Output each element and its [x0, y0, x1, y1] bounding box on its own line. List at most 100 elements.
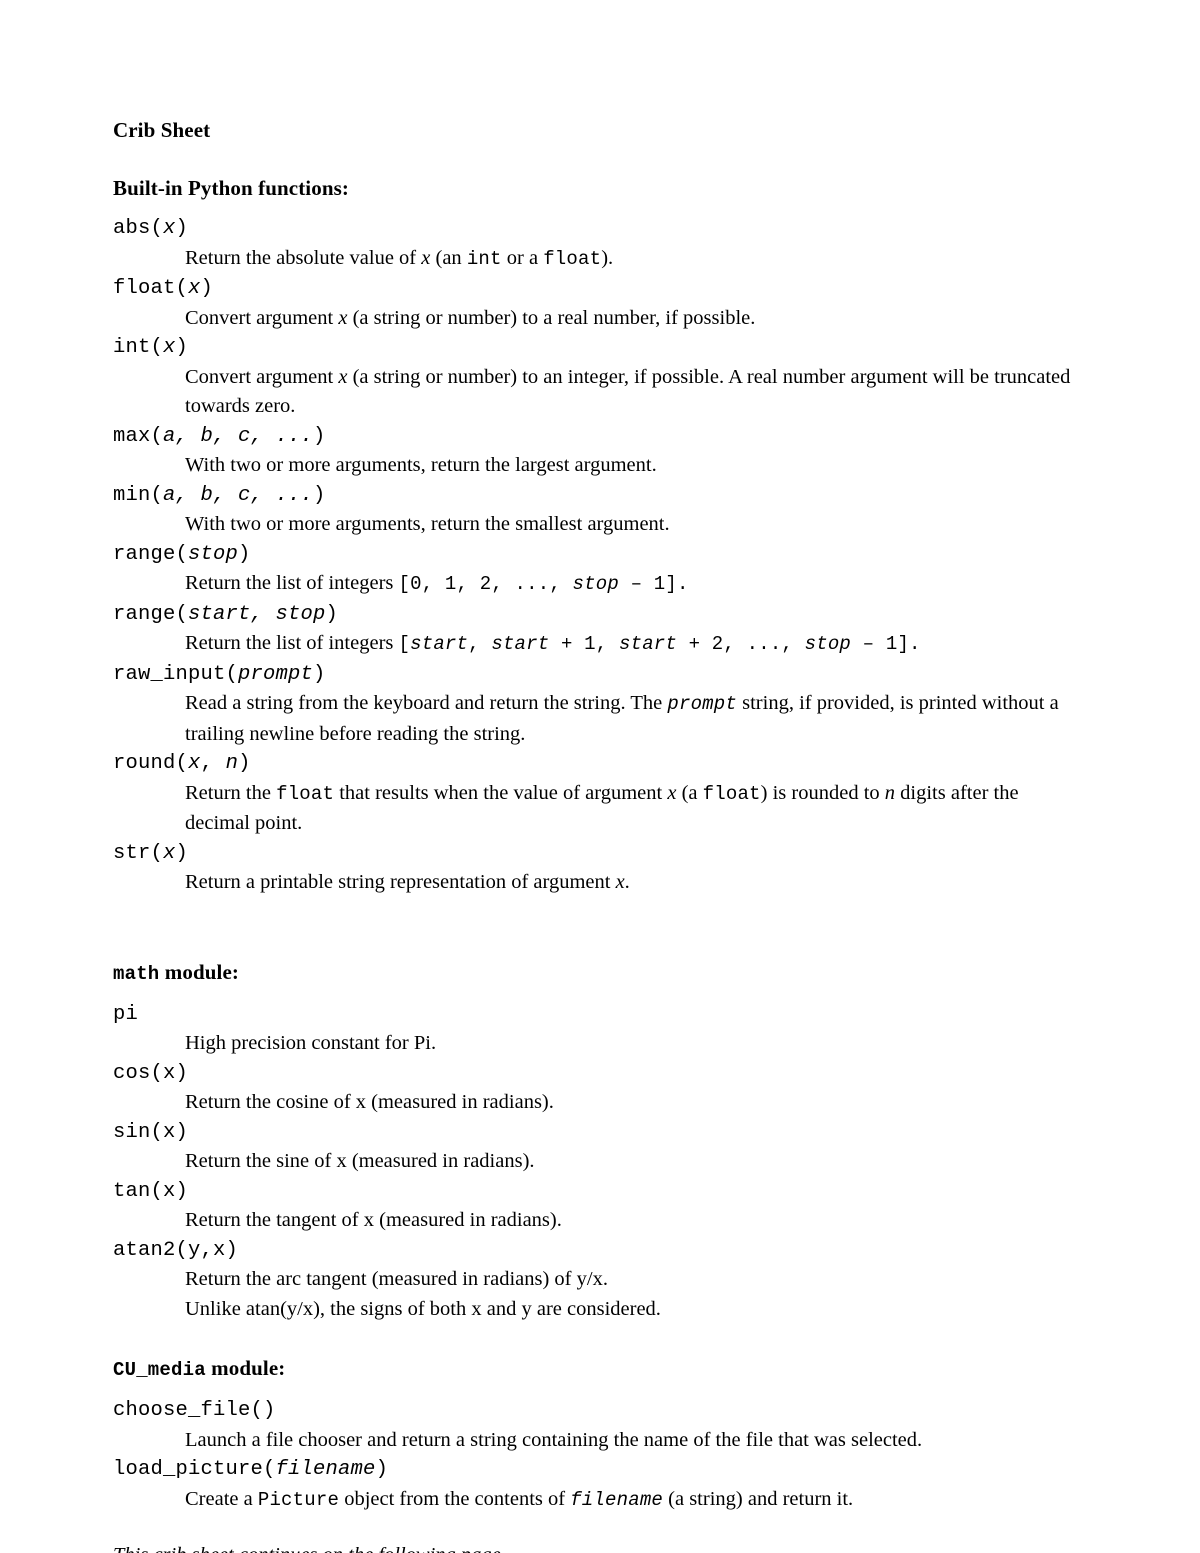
function-params: x: [163, 1061, 176, 1085]
entry-description-extra: Unlike atan(y/x), the signs of both x an…: [113, 1295, 1087, 1325]
function-name: pi: [113, 1002, 139, 1026]
text-span: Return a printable string representation…: [185, 871, 616, 893]
code-param-span: start: [618, 633, 677, 655]
entry-description: Return the cosine of x (measured in radi…: [113, 1088, 1087, 1118]
function-params: a, b, c, ...: [163, 424, 314, 448]
function-name: choose_file(): [113, 1399, 276, 1422]
function-params: filename: [275, 1458, 376, 1481]
signature-close-paren: ): [375, 1458, 389, 1481]
signature-close-paren: ): [313, 424, 326, 448]
function-entry: float(x) Convert argument x (a string or …: [113, 274, 1087, 333]
text-span: object from the contents of: [339, 1487, 571, 1510]
param-span: n: [884, 781, 896, 804]
section-heading-cu-media: CU_media module:: [113, 1350, 1087, 1388]
entry-description: Return the float that results when the v…: [113, 779, 1087, 839]
text-span: Return the tangent of x (measured in rad…: [185, 1209, 562, 1231]
section-heading-builtins: Built-in Python functions:: [113, 170, 1087, 206]
function-entry: str(x) Return a printable string represen…: [113, 839, 1087, 898]
function-entry: min(a, b, c, ...) With two or more argume…: [113, 481, 1087, 540]
function-signature: abs(x): [113, 214, 1087, 244]
function-params: y,x: [188, 1238, 226, 1262]
function-entry: pi High precision constant for Pi.: [113, 1000, 1087, 1059]
entry-list-builtins: abs(x) Return the absolute value of x (an…: [113, 214, 1087, 898]
text-span: Unlike atan(y/x), the signs of both x an…: [185, 1297, 661, 1320]
signature-close-paren: ): [175, 841, 189, 865]
code-param-span: stop: [804, 633, 852, 655]
function-signature: pi: [113, 1000, 1087, 1030]
text-span: With two or more arguments, return the l…: [185, 454, 657, 476]
signature-close-paren: ): [313, 483, 326, 507]
function-signature: min(a, b, c, ...): [113, 481, 1087, 511]
signature-close-paren: ): [325, 602, 339, 626]
function-name: range(: [113, 602, 189, 626]
section-heading-module-name: CU_media: [113, 1359, 206, 1381]
function-entry: raw_input(prompt) Read a string from the …: [113, 660, 1087, 750]
code-span: Picture: [257, 1488, 340, 1511]
function-params: x: [163, 1120, 176, 1144]
function-entry: cos(x) Return the cosine of x (measured i…: [113, 1059, 1087, 1118]
text-span: Return the absolute value of: [185, 246, 422, 269]
signature-close-paren: ): [175, 1061, 189, 1085]
page-title: Crib Sheet: [113, 118, 211, 142]
text-span: Return the arc tangent (measured in radi…: [185, 1268, 608, 1290]
code-span: float: [276, 782, 335, 805]
function-signature: max(a, b, c, ...): [113, 422, 1087, 452]
section-heading-module-name: math: [113, 962, 160, 985]
function-params: x: [163, 217, 176, 240]
text-span: Return the list of integers: [185, 572, 399, 594]
text-span: Return the: [185, 781, 277, 804]
function-entry: choose_file() Launch a file chooser and r…: [113, 1396, 1087, 1455]
function-params: x: [163, 841, 176, 865]
section-heading-text: Built-in Python functions:: [113, 176, 349, 200]
function-signature: sin(x): [113, 1118, 1087, 1148]
code-span: ,: [468, 633, 492, 655]
function-name: str(: [113, 841, 164, 865]
entry-list-cu-media: choose_file() Launch a file chooser and r…: [113, 1396, 1087, 1515]
signature-close-paren: ): [225, 1238, 239, 1262]
entry-description: With two or more arguments, return the s…: [113, 510, 1087, 540]
entry-description: Return the list of integers [0, 1, 2, ..…: [113, 569, 1087, 600]
text-span: Create a: [185, 1487, 258, 1510]
function-name: load_picture(: [113, 1458, 276, 1481]
function-signature: int(x): [113, 333, 1087, 363]
function-signature: atan2(y,x): [113, 1236, 1087, 1266]
function-name: tan(: [113, 1179, 164, 1203]
function-name: cos(: [113, 1061, 164, 1085]
function-name: sin(: [113, 1120, 164, 1144]
entry-description: Return the absolute value of x (an int o…: [113, 244, 1087, 275]
code-span: + 2, ...,: [677, 633, 805, 655]
function-signature: choose_file(): [113, 1396, 1087, 1426]
function-signature: float(x): [113, 274, 1087, 304]
function-name: min(: [113, 483, 164, 507]
entry-description: Convert argument x (a string or number) …: [113, 304, 1087, 334]
entry-description: High precision constant for Pi.: [113, 1029, 1087, 1059]
function-entry: sin(x) Return the sine of x (measured in …: [113, 1118, 1087, 1177]
section-heading-text: module:: [205, 1356, 286, 1380]
function-entry: range(stop) Return the list of integers […: [113, 540, 1087, 600]
entry-description: Read a string from the keyboard and retu…: [113, 689, 1087, 749]
code-span: float: [702, 782, 761, 805]
text-span: Return the cosine of x (measured in radi…: [185, 1091, 554, 1113]
function-entry: max(a, b, c, ...) With two or more argume…: [113, 422, 1087, 481]
function-entry: abs(x) Return the absolute value of x (an…: [113, 214, 1087, 274]
document-page: Crib Sheet Built-in Python functions: ab…: [0, 0, 1200, 1553]
text-span: Convert argument: [185, 365, 339, 388]
function-name: raw_input(: [113, 662, 239, 686]
code-span: – 1].: [851, 633, 921, 655]
code-param-span: start: [491, 633, 550, 655]
function-params: prompt: [238, 662, 314, 686]
function-name: int(: [113, 336, 164, 359]
function-signature: raw_input(prompt): [113, 660, 1087, 690]
code-param-span: stop: [572, 573, 619, 595]
text-span: Return the sine of x (measured in radian…: [185, 1150, 535, 1172]
text-span: that results when the value of argument: [334, 781, 668, 804]
signature-close-paren: ): [175, 217, 189, 240]
function-name: range(: [113, 542, 189, 566]
text-span: (a string or number) to a real number, i…: [347, 306, 756, 329]
function-params: x: [163, 336, 176, 359]
text-span: With two or more arguments, return the s…: [185, 513, 670, 535]
entry-list-math: pi High precision constant for Pi. cos(x) R…: [113, 1000, 1087, 1325]
section-heading-math: math module:: [113, 954, 1087, 992]
text-span: (a string) and return it.: [663, 1487, 854, 1510]
code-param-span: filename: [570, 1488, 664, 1511]
